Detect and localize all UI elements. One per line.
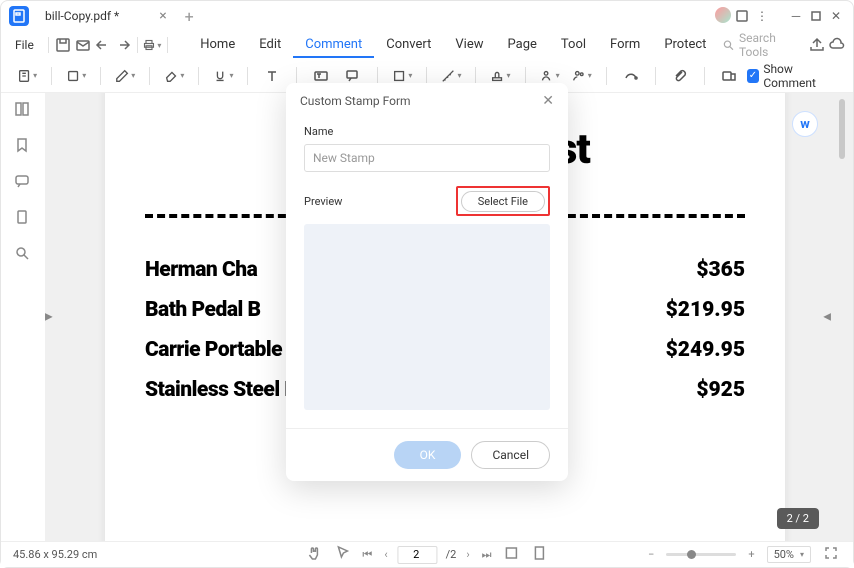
underline-tool-icon[interactable]: ▾ (209, 64, 237, 88)
attachment-tool-icon[interactable] (666, 64, 694, 88)
custom-stamp-dialog: Custom Stamp Form ✕ Name Preview Select … (286, 83, 568, 481)
next-page-icon[interactable]: › (464, 548, 471, 561)
last-page-icon[interactable]: ⏭ (480, 548, 494, 562)
word-export-badge[interactable]: w (792, 111, 818, 137)
window-minimize-icon[interactable]: ─ (787, 7, 805, 25)
window-maximize-icon[interactable] (807, 7, 825, 25)
add-tab-button[interactable]: + (185, 7, 194, 26)
share-icon[interactable] (809, 36, 825, 54)
name-label: Name (304, 125, 550, 138)
app-icon (9, 6, 29, 26)
cloud-icon[interactable] (829, 36, 845, 54)
zoom-thumb[interactable] (687, 550, 696, 559)
left-sidebar (1, 93, 45, 541)
prev-page-icon[interactable]: ‹ (382, 548, 389, 561)
undo-icon[interactable] (95, 36, 111, 54)
search-tools[interactable]: Search Tools (722, 31, 793, 59)
attachments-panel-icon[interactable] (14, 209, 32, 227)
menu-home[interactable]: Home (188, 33, 247, 58)
dialog-close-icon[interactable]: ✕ (542, 93, 554, 109)
menu-view[interactable]: View (443, 33, 495, 58)
statusbar: 45.86 x 95.29 cm ⏮ ‹ /2 › ⏭ − + 50%▾ (1, 541, 853, 567)
show-comment-toggle[interactable]: ✓ Show Comment (747, 62, 842, 90)
dialog-title: Custom Stamp Form (300, 94, 411, 108)
redo-icon[interactable] (115, 36, 131, 54)
menu-edit[interactable]: Edit (247, 33, 293, 58)
highlight-tool-icon[interactable]: ▾ (62, 64, 90, 88)
titlebar: bill-Copy.pdf * × + ⋮ ─ ✕ (1, 1, 853, 31)
tab-close-icon[interactable]: × (159, 8, 166, 24)
zoom-out-icon[interactable]: − (646, 548, 656, 561)
select-file-highlight: Select File (456, 186, 550, 216)
account-icon[interactable] (715, 7, 731, 23)
tab-title: bill-Copy.pdf * (45, 9, 119, 23)
search-placeholder: Search Tools (739, 31, 793, 59)
draw-tool-icon[interactable] (617, 64, 645, 88)
fit-page-icon[interactable] (530, 545, 550, 564)
window-close-icon[interactable]: ✕ (827, 7, 845, 25)
note-tool-icon[interactable]: ▾ (13, 64, 41, 88)
save-icon[interactable] (55, 36, 71, 54)
zoom-slider[interactable] (666, 553, 736, 556)
select-tool-icon[interactable] (332, 545, 352, 564)
menu-protect[interactable]: Protect (652, 33, 718, 58)
menu-comment[interactable]: Comment (293, 33, 374, 58)
user-tool-icon[interactable]: ▾ (568, 64, 596, 88)
ok-button[interactable]: OK (394, 441, 462, 469)
cancel-button[interactable]: Cancel (471, 441, 550, 469)
show-comment-label: Show Comment (763, 62, 841, 90)
notification-icon[interactable] (733, 7, 751, 25)
file-menu[interactable]: File (9, 36, 40, 54)
cursor-position: 45.86 x 95.29 cm (13, 548, 97, 561)
stamp-name-input[interactable] (304, 144, 550, 172)
preview-label: Preview (304, 195, 342, 208)
bookmarks-icon[interactable] (14, 137, 32, 155)
menu-form[interactable]: Form (598, 33, 652, 58)
menubar: File ▾ Home Edit Comment Convert View Pa… (1, 31, 853, 59)
zoom-in-icon[interactable]: + (746, 548, 756, 561)
hand-tool-icon[interactable] (304, 545, 324, 564)
expand-right-icon[interactable]: ◀ (823, 312, 831, 323)
scrollbar-thumb[interactable] (839, 99, 845, 159)
text-tool-icon[interactable] (258, 64, 286, 88)
fullscreen-icon[interactable] (821, 545, 841, 564)
thumbnails-icon[interactable] (14, 101, 32, 119)
menu-tool[interactable]: Tool (549, 33, 598, 58)
menu-convert[interactable]: Convert (374, 33, 443, 58)
document-tab[interactable]: bill-Copy.pdf * × (35, 2, 177, 30)
comments-panel-icon[interactable] (14, 173, 32, 191)
fit-width-icon[interactable] (502, 545, 522, 564)
first-page-icon[interactable]: ⏮ (360, 548, 374, 562)
select-file-button[interactable]: Select File (461, 191, 545, 212)
pencil-tool-icon[interactable]: ▾ (111, 64, 139, 88)
page-input[interactable] (398, 546, 438, 564)
preview-area (304, 224, 550, 410)
search-panel-icon[interactable] (14, 245, 32, 263)
dialog-header: Custom Stamp Form ✕ (286, 83, 568, 119)
eraser-tool-icon[interactable]: ▾ (160, 64, 188, 88)
hide-comment-icon[interactable] (715, 64, 743, 88)
checkbox-checked-icon: ✓ (747, 69, 760, 83)
menu-page[interactable]: Page (496, 33, 549, 58)
page-indicator-badge: 2 / 2 (777, 508, 819, 529)
print-icon[interactable]: ▾ (143, 36, 161, 54)
mail-icon[interactable] (75, 36, 91, 54)
page-total: /2 (446, 548, 457, 561)
kebab-menu-icon[interactable]: ⋮ (753, 7, 771, 25)
zoom-select[interactable]: 50%▾ (767, 546, 811, 563)
